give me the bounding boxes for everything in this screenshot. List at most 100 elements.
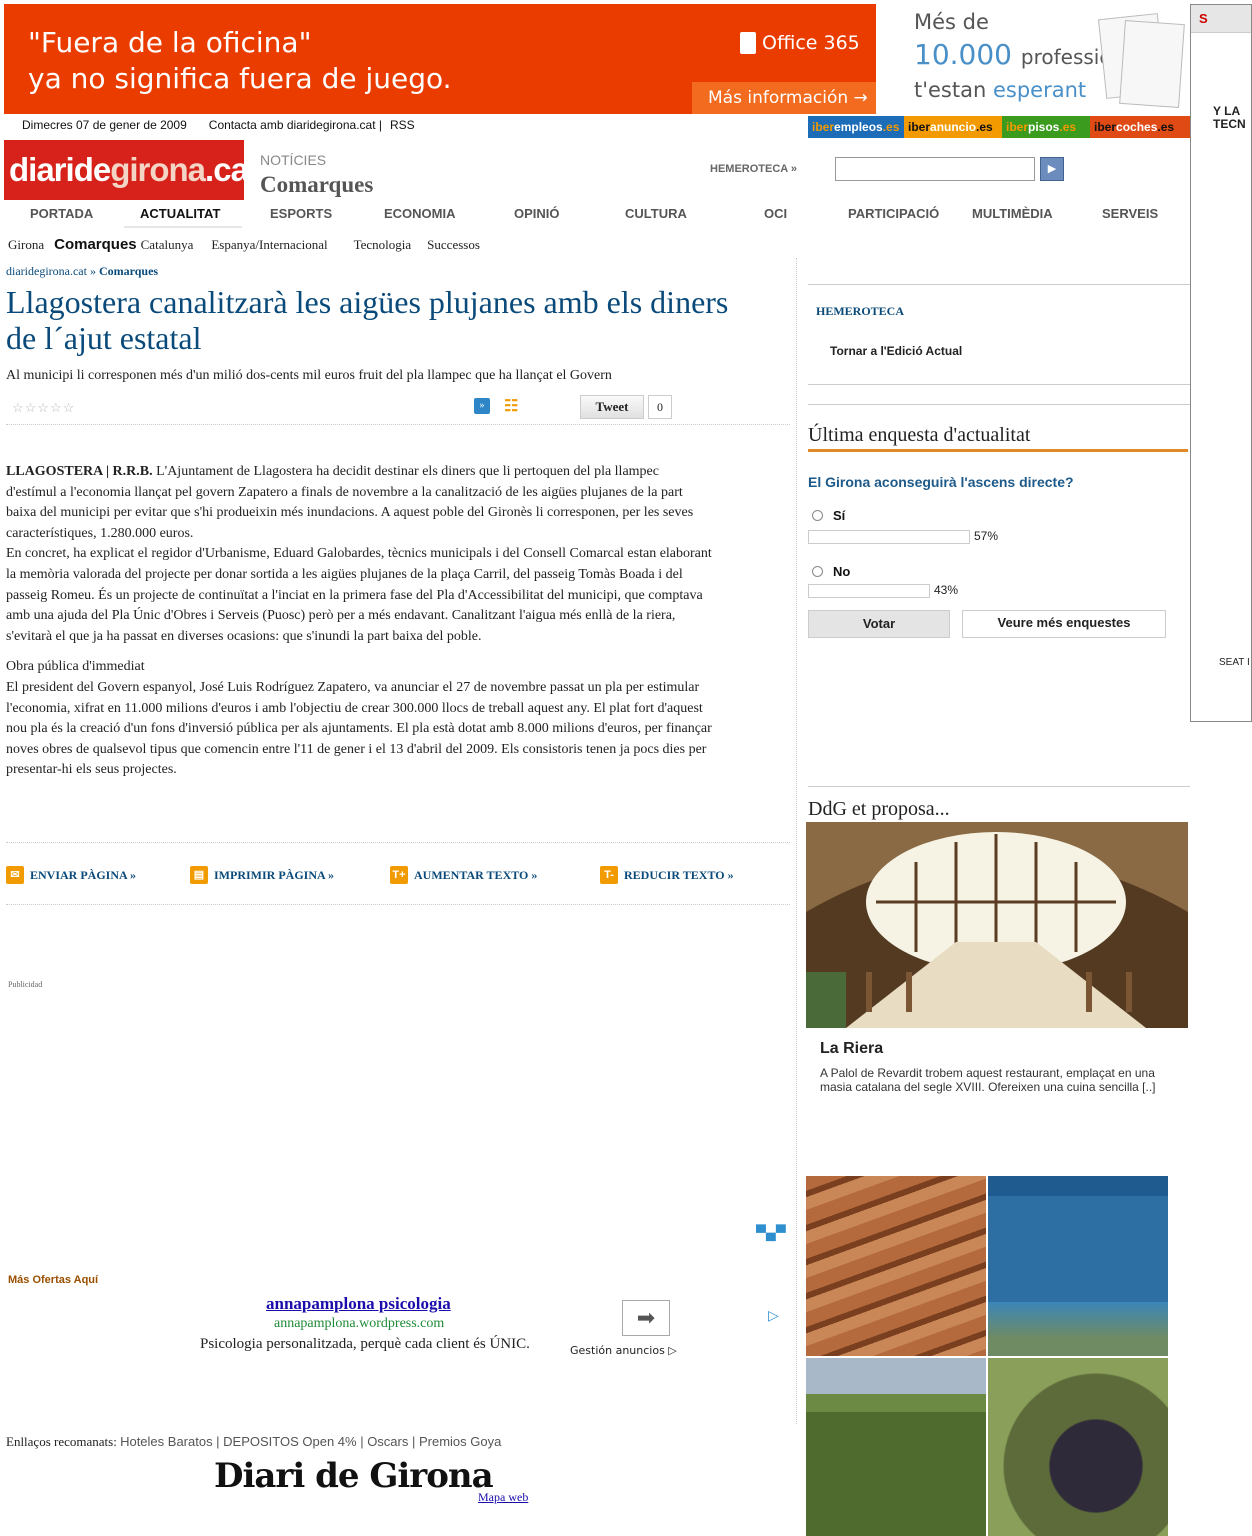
photo-mosaic[interactable] [806,1176,1168,1536]
subnav-espanya[interactable]: Espanya/Internacional [211,237,327,253]
jobs-ad-count: 10.000 [914,38,1012,71]
nav-participacio[interactable]: PARTICIPACIÓ [848,206,939,221]
photo-sea[interactable] [988,1176,1168,1356]
breadcrumb-section[interactable]: Comarques [99,264,158,278]
jobs-ad-line1: Més de [914,10,989,34]
current-date: Dimecres 07 de gener de 2009 [22,118,187,132]
more-offers-link[interactable]: Más Ofertas Aquí [8,1274,98,1286]
poll-bar-yes [808,530,970,544]
site-tld: .es [976,120,993,134]
footer-logo[interactable]: Diari de Girona [214,1456,494,1496]
nav-economia[interactable]: ECONOMIA [384,206,456,221]
rating-stars[interactable]: ☆☆☆☆☆ [12,400,75,416]
photo-stone-wall[interactable] [806,1176,986,1356]
site-ibercoches[interactable]: ibercoches.es [1090,116,1190,138]
nav-multimedia[interactable]: MULTIMÈDIA [972,206,1053,221]
site-logo[interactable]: diaridegirona.cat [4,140,259,200]
subnav-successos[interactable]: Successos [427,237,480,253]
restaurant-photo[interactable] [806,822,1188,1028]
nav-actualitat[interactable]: ACTUALITAT [140,206,220,221]
sitemap-link[interactable]: Mapa web [478,1490,528,1505]
ddg-description: A Palol de Revardit trobem aquest restau… [820,1066,1156,1094]
subnav-comarques[interactable]: Comarques [54,236,137,253]
jobs-banner-ad[interactable]: Més de 10.000 professionals t'estan espe… [912,4,1190,114]
nav-cultura[interactable]: CULTURA [625,206,687,221]
section-label: NOTÍCIES [260,152,327,168]
more-polls-button[interactable]: Veure més enquestes [962,610,1166,638]
site-name: pisos [1028,120,1060,134]
decrease-text-link[interactable]: T- REDUCIR TEXTO » [600,866,734,884]
article-paragraph: LLAGOSTERA | R.R.B. L'Ajuntament de Llag… [6,462,712,544]
text-ad-title[interactable]: annapamplona psicologia [266,1294,451,1314]
vote-button[interactable]: Votar [808,610,950,638]
nav-oci[interactable]: OCI [764,206,787,221]
site-iberanuncio[interactable]: iberanuncio.es [904,116,1002,138]
article-subtitle: Al municipi li corresponen més d'un mili… [6,368,612,383]
side-skyscraper-ad[interactable]: S Y LA TECN SEAT I [1190,4,1252,722]
poll-pct-no: 43% [934,583,959,597]
nav-portada[interactable]: PORTADA [30,206,93,221]
photo-grapes[interactable] [988,1358,1168,1536]
contact-link[interactable]: Contacta amb diaridegirona.cat | [209,118,382,132]
site-name: coches [1116,120,1158,134]
nav-esports[interactable]: ESPORTS [270,206,332,221]
article-paragraph-2: En concret, ha explicat el regidor d'Urb… [6,546,712,644]
ddg-title[interactable]: La Riera [820,1040,883,1058]
site-tld: .es [1059,120,1077,134]
subnav-girona[interactable]: Girona [8,237,44,253]
text-decrease-icon: T- [600,866,618,884]
radio-button[interactable] [812,566,823,577]
poll-option-no[interactable]: No [812,564,850,579]
ad-choices-icon[interactable]: ▀▄▀ [756,1224,786,1240]
recommended-links-items[interactable]: Hoteles Baratos | DEPOSITOS Open 4% | Os… [120,1434,501,1449]
divider [6,904,790,905]
nav-serveis[interactable]: SERVEIS [1102,206,1158,221]
ad-more-info-button[interactable]: Más información → [692,82,876,114]
poll-pct-yes: 57% [974,529,999,543]
ddg-heading: DdG et proposa... [808,798,950,820]
share-icon[interactable]: » [474,398,490,414]
breadcrumb-separator: » [86,264,99,278]
subnav-catalunya[interactable]: Catalunya [141,237,194,253]
site-iberempleos[interactable]: iberempleos.es [808,116,904,138]
rss-link[interactable]: RSS [390,118,415,132]
manage-ads-link[interactable]: Gestión anuncios ▷ [570,1344,677,1357]
radio-button[interactable] [812,510,823,521]
office-brand-label: Office 365 [762,32,860,54]
bookmark-icon[interactable]: ☷ [504,396,524,415]
text-ad-url[interactable]: annapamplona.wordpress.com [274,1316,444,1332]
hemeroteca-heading: HEMEROTECA [816,304,905,318]
hemeroteca-link[interactable]: HEMEROTECA » [710,163,797,175]
jobs-ad-line3a: t'estan [914,78,987,102]
tweet-button[interactable]: Tweet [580,395,644,419]
search-input[interactable] [835,157,1035,181]
divider [6,842,790,843]
office365-banner-ad[interactable]: "Fuera de la oficina" ya no significa fu… [4,4,876,114]
print-icon: ▤ [190,866,208,884]
print-page-link[interactable]: ▤ IMPRIMIR PÀGINA » [190,866,334,884]
site-prefix: iber [1094,120,1117,134]
back-to-current-link[interactable]: Tornar a l'Edició Actual [830,344,962,358]
subnav-tecnologia[interactable]: Tecnologia [354,237,412,253]
side-ad-bottom-text: SEAT I [1219,657,1250,668]
play-arrow-icon: ▶ [1047,163,1057,175]
side-ad-text-2: TECN [1213,117,1246,131]
breadcrumb-home[interactable]: diaridegirona.cat [6,264,87,278]
increase-text-link[interactable]: T+ AUMENTAR TEXTO » [390,866,537,884]
ad-info-icon[interactable]: ▷ [768,1308,779,1325]
site-prefix: iber [1006,120,1029,134]
increase-text-label: AUMENTAR TEXTO » [414,867,538,882]
nav-opinio[interactable]: OPINIÓ [514,206,560,221]
sub-nav: Girona Comarques Catalunya Espanya/Inter… [8,236,480,253]
send-page-link[interactable]: ✉ ENVIAR PÀGINA » [6,866,136,884]
poll-option-yes[interactable]: Sí [812,508,845,523]
divider [808,786,1190,787]
arrow-right-icon[interactable]: ➡ [622,1300,670,1336]
site-iberpisos[interactable]: iberpisos.es [1002,116,1090,138]
partner-sites-bar: iberempleos.es iberanuncio.es iberpisos.… [808,116,1190,138]
article-title: Llagostera canalitzarà les aigües plujan… [6,284,729,356]
site-tld: .es [1157,120,1175,134]
search-button[interactable]: ▶ [1040,157,1064,181]
photo-vineyard[interactable] [806,1358,986,1536]
office-brand: Office 365 [740,32,860,54]
